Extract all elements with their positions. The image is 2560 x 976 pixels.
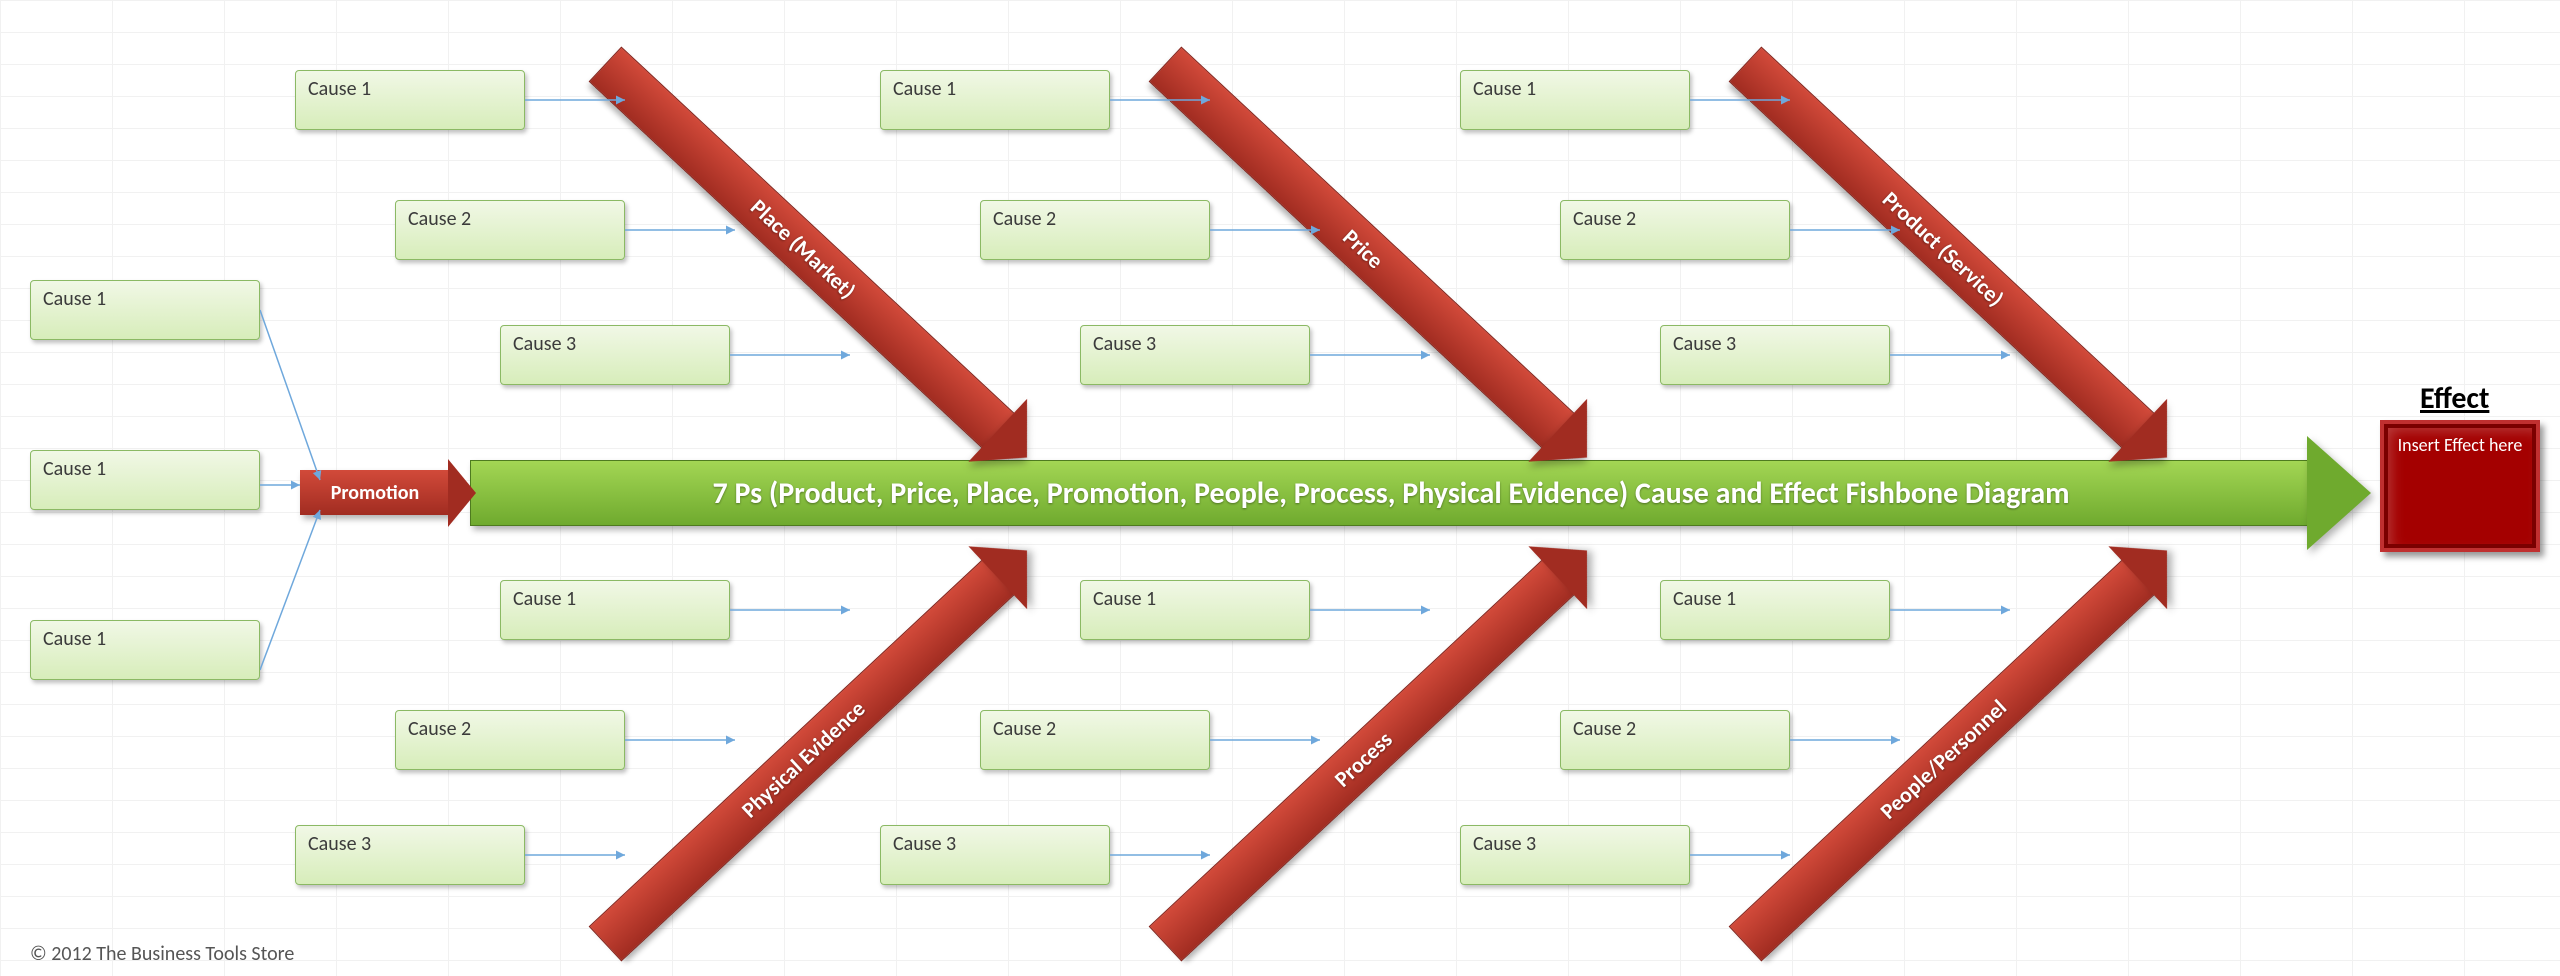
cause-box[interactable]: Cause 3 bbox=[295, 825, 525, 885]
cause-text: Cause 2 bbox=[408, 717, 471, 741]
effect-title: Effect bbox=[2420, 380, 2489, 417]
cause-text: Cause 1 bbox=[1093, 587, 1156, 611]
cause-text: Cause 2 bbox=[993, 717, 1056, 741]
cause-text: Cause 1 bbox=[308, 77, 371, 101]
cause-text: Cause 1 bbox=[43, 457, 106, 481]
connector bbox=[1310, 605, 1440, 615]
connector bbox=[625, 735, 745, 745]
cause-box[interactable]: Cause 2 bbox=[395, 710, 625, 770]
cause-box[interactable]: Cause 1 bbox=[295, 70, 525, 130]
cause-box[interactable]: Cause 3 bbox=[880, 825, 1110, 885]
cause-box[interactable]: Cause 2 bbox=[980, 200, 1210, 260]
connector bbox=[260, 300, 340, 500]
cause-box[interactable]: Cause 2 bbox=[1560, 710, 1790, 770]
cause-box[interactable]: Cause 1 bbox=[880, 70, 1110, 130]
cause-box[interactable]: Cause 3 bbox=[500, 325, 730, 385]
cause-text: Cause 3 bbox=[513, 332, 576, 356]
connector bbox=[260, 475, 310, 495]
connector bbox=[525, 95, 635, 105]
connector bbox=[1110, 850, 1220, 860]
cause-box[interactable]: Cause 3 bbox=[1460, 825, 1690, 885]
connector bbox=[1890, 350, 2020, 360]
connector bbox=[1690, 95, 1800, 105]
connector bbox=[1210, 735, 1330, 745]
bone-promotion-label: Promotion bbox=[331, 481, 419, 505]
connector bbox=[1790, 735, 1910, 745]
cause-text: Cause 3 bbox=[1673, 332, 1736, 356]
cause-text: Cause 1 bbox=[43, 627, 106, 651]
cause-text: Cause 1 bbox=[43, 287, 106, 311]
cause-box[interactable]: Cause 3 bbox=[1660, 325, 1890, 385]
cause-text: Cause 3 bbox=[1473, 832, 1536, 856]
cause-box[interactable]: Cause 3 bbox=[1080, 325, 1310, 385]
cause-box[interactable]: Cause 1 bbox=[500, 580, 730, 640]
connector bbox=[260, 500, 340, 680]
cause-text: Cause 3 bbox=[893, 832, 956, 856]
cause-box[interactable]: Cause 1 bbox=[30, 620, 260, 680]
connector bbox=[625, 225, 745, 235]
cause-box[interactable]: Cause 1 bbox=[30, 280, 260, 340]
cause-text: Cause 3 bbox=[308, 832, 371, 856]
cause-text: Cause 1 bbox=[893, 77, 956, 101]
cause-box[interactable]: Cause 1 bbox=[1080, 580, 1310, 640]
spine-label: 7 Ps (Product, Price, Place, Promotion, … bbox=[712, 475, 2069, 512]
connector bbox=[1790, 225, 1910, 235]
copyright-text: © 2012 The Business Tools Store bbox=[30, 942, 294, 966]
connector bbox=[1690, 850, 1800, 860]
connector bbox=[1110, 95, 1220, 105]
cause-text: Cause 1 bbox=[1473, 77, 1536, 101]
connector bbox=[1890, 605, 2020, 615]
connector bbox=[525, 850, 635, 860]
connector bbox=[730, 350, 860, 360]
cause-text: Cause 2 bbox=[408, 207, 471, 231]
cause-box[interactable]: Cause 2 bbox=[1560, 200, 1790, 260]
connector bbox=[1210, 225, 1330, 235]
spine-arrow: 7 Ps (Product, Price, Place, Promotion, … bbox=[470, 460, 2312, 526]
connector bbox=[730, 605, 860, 615]
cause-text: Cause 2 bbox=[1573, 717, 1636, 741]
cause-text: Cause 3 bbox=[1093, 332, 1156, 356]
effect-box[interactable]: Insert Effect here bbox=[2380, 420, 2540, 552]
cause-box[interactable]: Cause 1 bbox=[1660, 580, 1890, 640]
effect-placeholder: Insert Effect here bbox=[2398, 434, 2523, 456]
cause-box[interactable]: Cause 1 bbox=[1460, 70, 1690, 130]
cause-text: Cause 1 bbox=[1673, 587, 1736, 611]
cause-box[interactable]: Cause 2 bbox=[395, 200, 625, 260]
cause-text: Cause 2 bbox=[993, 207, 1056, 231]
connector bbox=[1310, 350, 1440, 360]
cause-box[interactable]: Cause 1 bbox=[30, 450, 260, 510]
cause-text: Cause 2 bbox=[1573, 207, 1636, 231]
cause-text: Cause 1 bbox=[513, 587, 576, 611]
cause-box[interactable]: Cause 2 bbox=[980, 710, 1210, 770]
